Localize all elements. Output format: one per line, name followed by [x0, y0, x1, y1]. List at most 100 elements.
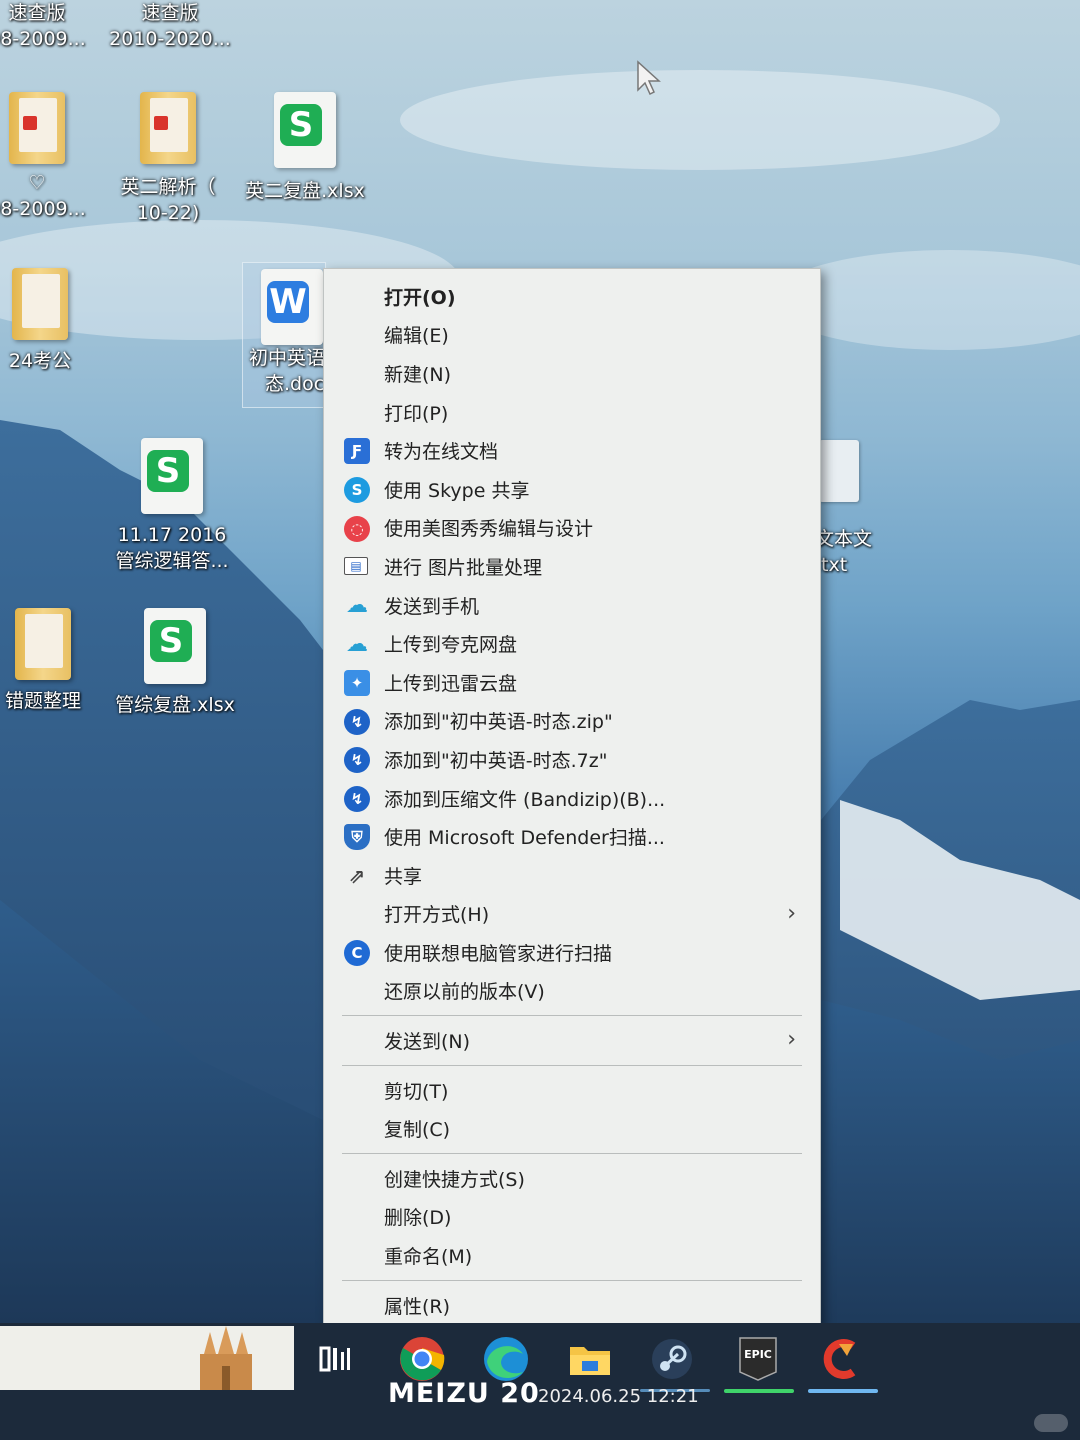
folder-icon	[15, 608, 71, 680]
menu-item-image-batch[interactable]: ▤ 进行 图片批量处理	[324, 547, 820, 586]
camera-watermark-brand: MEIZU 20	[388, 1378, 540, 1409]
menu-separator	[342, 1064, 802, 1066]
menu-item-lenovo-scan[interactable]: C 使用联想电脑管家进行扫描	[324, 933, 820, 972]
menu-item-label: 发送到(N)	[384, 1031, 471, 1054]
mouse-cursor-icon	[636, 60, 662, 100]
file-explorer-icon[interactable]	[566, 1335, 614, 1383]
steam-icon[interactable]	[648, 1335, 696, 1383]
image-batch-icon: ▤	[344, 557, 368, 576]
menu-item-label: 添加到压缩文件 (Bandizip)(B)...	[384, 788, 666, 811]
menu-item-delete[interactable]: 删除(D)	[324, 1198, 820, 1237]
menu-separator	[342, 1153, 802, 1155]
desktop-icon-label: 管综复盘.xlsx	[115, 694, 235, 716]
desktop-icon-yinger-xlsx[interactable]: S 英二复盘.xlsx	[240, 92, 370, 204]
menu-item-print[interactable]: 打印(P)	[324, 393, 820, 432]
desktop-icon-label: 文本文	[815, 528, 873, 550]
menu-item-label: 使用美图秀秀编辑与设计	[384, 518, 594, 541]
desktop-icon-cuoti-folder[interactable]: 错题整理	[0, 608, 108, 714]
wps-sheet-icon: S	[144, 608, 206, 684]
menu-item-label: 打印(P)	[384, 402, 449, 425]
desktop-icon-word-doc-selected[interactable]: W 初中英语 态.doc	[242, 262, 326, 408]
desktop-icon-label: 98-2009...	[0, 28, 86, 50]
menu-item-convert-online[interactable]: Ƒ 转为在线文档	[324, 431, 820, 470]
menu-item-skype-share[interactable]: S 使用 Skype 共享	[324, 470, 820, 509]
menu-item-create-shortcut[interactable]: 创建快捷方式(S)	[324, 1159, 820, 1198]
menu-item-cut[interactable]: 剪切(T)	[324, 1071, 820, 1110]
menu-item-label: 上传到夸克网盘	[384, 634, 518, 657]
menu-item-send-to[interactable]: 发送到(N) ›	[324, 1021, 820, 1060]
menu-item-add-7z[interactable]: ↯ 添加到"初中英语-时态.7z"	[324, 740, 820, 779]
desktop-icon-24kaogong[interactable]: 24考公	[0, 268, 105, 374]
desktop-icon-label: 11.17 2016	[117, 524, 227, 546]
menu-item-label: 复制(C)	[384, 1119, 451, 1142]
epic-games-icon[interactable]: EPIC	[734, 1335, 782, 1383]
taskbar: EPIC	[0, 1323, 1080, 1440]
lenovo-manager-icon: C	[344, 940, 370, 967]
desktop-icon-suchaban-1[interactable]: 速查版 98-2009...	[0, 0, 102, 52]
menu-item-properties[interactable]: 属性(R)	[324, 1286, 820, 1325]
menu-item-label: 添加到"初中英语-时态.zip"	[384, 711, 613, 734]
menu-item-label: 共享	[384, 865, 423, 888]
taskbar-search-box[interactable]	[0, 1326, 294, 1390]
bandizip-icon: ↯	[344, 708, 370, 735]
desktop-icon-label: 10-22)	[136, 202, 200, 224]
desktop-icon-label: 英二复盘.xlsx	[245, 180, 365, 202]
task-view-icon[interactable]	[312, 1335, 360, 1383]
desktop-icon-yinger-folder[interactable]: 英二解析（ 10-22)	[103, 92, 233, 226]
menu-item-label: 使用 Skype 共享	[384, 479, 530, 502]
desktop-icon-label: 速查版	[141, 2, 199, 24]
menu-item-add-zip[interactable]: ↯ 添加到"初中英语-时态.zip"	[324, 702, 820, 741]
menu-item-label: 进行 图片批量处理	[384, 556, 543, 579]
menu-item-new[interactable]: 新建(N)	[324, 354, 820, 393]
menu-item-label: 上传到迅雷云盘	[384, 672, 518, 695]
desktop-icon-guanzong-xlsx[interactable]: S 管综复盘.xlsx	[110, 608, 240, 718]
desktop-icon-1117-xlsx[interactable]: S 11.17 2016 管综逻辑答...	[107, 438, 237, 574]
menu-item-restore-versions[interactable]: 还原以前的版本(V)	[324, 972, 820, 1011]
menu-item-open-with[interactable]: 打开方式(H) ›	[324, 895, 820, 934]
edge-icon[interactable]	[482, 1335, 530, 1383]
menu-item-rename[interactable]: 重命名(M)	[324, 1236, 820, 1275]
meitu-icon: ◌	[344, 515, 370, 542]
xunlei-cloud-icon: ✦	[344, 669, 370, 696]
desktop-icon-suchaban-2[interactable]: 速查版 2010-2020...	[105, 0, 235, 52]
chevron-right-icon: ›	[787, 1027, 796, 1053]
menu-item-label: 创建快捷方式(S)	[384, 1168, 525, 1191]
corner-badge	[1034, 1414, 1068, 1432]
epic-label: EPIC	[744, 1348, 772, 1361]
menu-item-meitu[interactable]: ◌ 使用美图秀秀编辑与设计	[324, 509, 820, 548]
desktop-icon-text-file[interactable]: 文本文 .txt	[815, 440, 895, 578]
menu-item-copy[interactable]: 复制(C)	[324, 1109, 820, 1148]
menu-item-share[interactable]: ⇗ 共享	[324, 856, 820, 895]
menu-item-label: 打开方式(H)	[384, 904, 490, 927]
menu-item-send-phone[interactable]: ☁ 发送到手机	[324, 586, 820, 625]
chevron-right-icon: ›	[787, 900, 796, 926]
ccleaner-icon[interactable]	[818, 1335, 866, 1383]
chrome-icon[interactable]	[398, 1335, 446, 1383]
desktop-icon-label: 管综逻辑答...	[115, 550, 229, 572]
menu-item-label: 打开(O)	[384, 286, 456, 309]
quark-cloud-icon: ☁	[346, 631, 368, 657]
wps-sheet-icon: S	[274, 92, 336, 168]
menu-item-xunlei-upload[interactable]: ✦ 上传到迅雷云盘	[324, 663, 820, 702]
menu-item-defender-scan[interactable]: ⛨ 使用 Microsoft Defender扫描...	[324, 817, 820, 856]
desktop-icon-label: 2010-2020...	[109, 28, 231, 50]
ccleaner-open-indicator	[808, 1389, 878, 1393]
menu-item-label: 属性(R)	[384, 1295, 451, 1318]
text-file-icon	[819, 440, 859, 502]
menu-item-label: 重命名(M)	[384, 1246, 473, 1269]
menu-item-label: 编辑(E)	[384, 325, 449, 348]
menu-item-label: 使用 Microsoft Defender扫描...	[384, 827, 665, 850]
bandizip-icon: ↯	[344, 785, 370, 812]
desktop-icon-label: .txt	[815, 554, 848, 576]
menu-item-quark-upload[interactable]: ☁ 上传到夸克网盘	[324, 624, 820, 663]
menu-item-edit[interactable]: 编辑(E)	[324, 316, 820, 355]
desktop-icon-folder-98[interactable]: ♡ 98-2009...	[0, 92, 102, 222]
menu-item-label: 剪切(T)	[384, 1080, 449, 1103]
defender-shield-icon: ⛨	[344, 824, 370, 851]
desktop-icon-label: 初中英语	[249, 347, 326, 369]
menu-item-add-bandizip[interactable]: ↯ 添加到压缩文件 (Bandizip)(B)...	[324, 779, 820, 818]
menu-item-open[interactable]: 打开(O)	[324, 277, 820, 316]
menu-item-label: 添加到"初中英语-时态.7z"	[384, 749, 608, 772]
share-icon: ⇗	[348, 863, 366, 888]
send-phone-icon: ☁	[346, 593, 368, 619]
